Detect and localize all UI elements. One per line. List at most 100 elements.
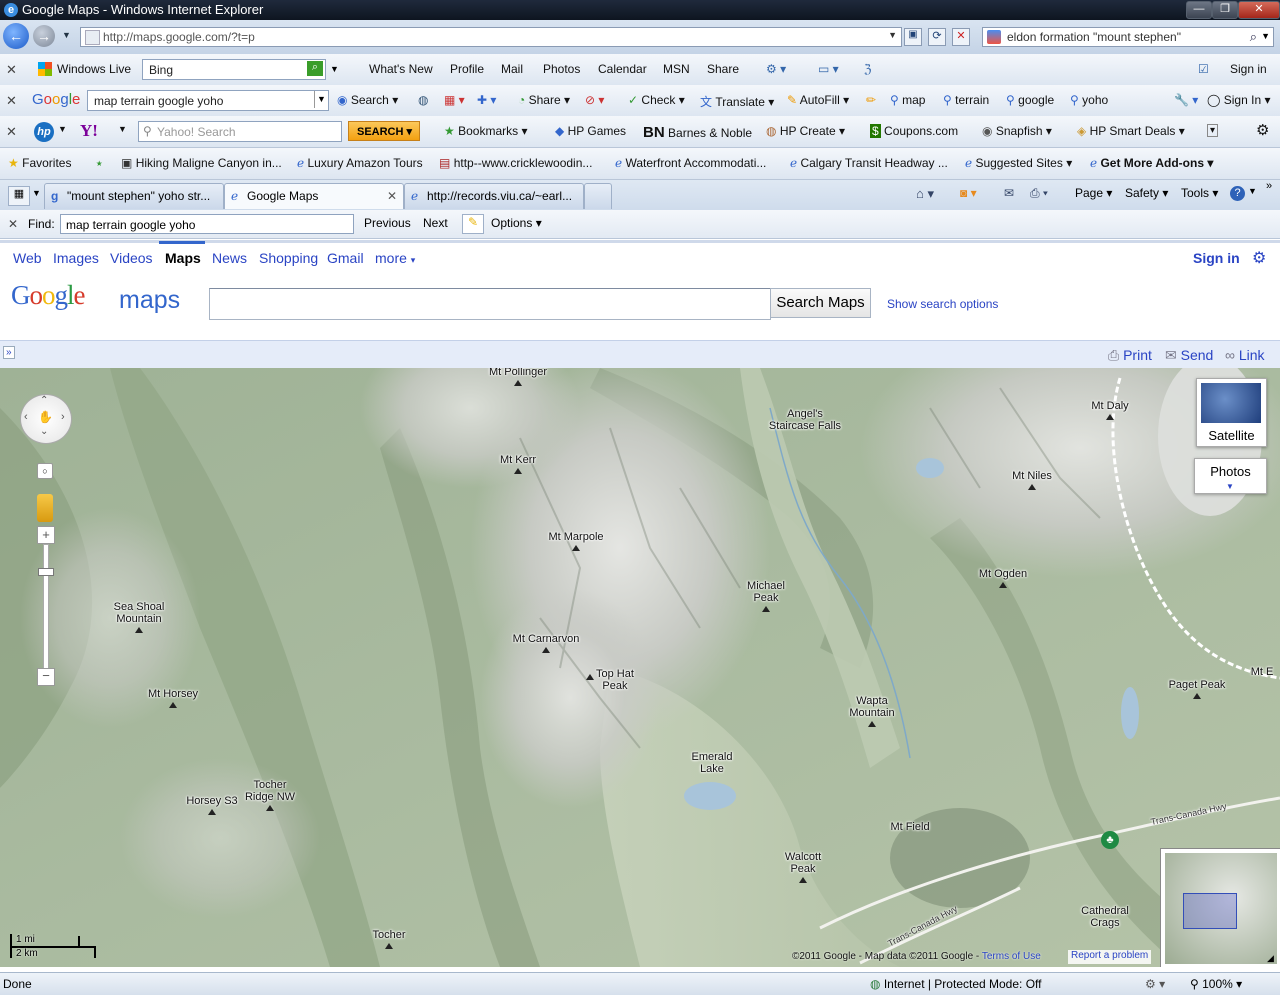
report-problem-link[interactable]: Report a problem [1068,950,1152,964]
fav-luxury-amazon[interactable]: ℯ Luxury Amazon Tours [297,156,423,170]
peak-label[interactable]: Wapta Mountain [832,695,912,719]
zoom-slider-track[interactable] [43,544,49,670]
yahoo-search-button[interactable]: SEARCH ▾ [348,121,420,141]
find-options-button[interactable]: Options ▾ [491,216,542,230]
highlight-icon[interactable]: ✎ [462,214,484,234]
settings-gear-icon[interactable]: ⚙ [1256,121,1269,139]
tab-google-maps[interactable]: ℯ Google Maps ✕ [224,183,404,209]
browser-search-field[interactable]: eldon formation "mount stephen" ⌕ ▼ [982,27,1274,47]
zoom-level[interactable]: ⚲ 100% ▾ [1190,977,1242,991]
gbar-link-gmail[interactable]: Gmail [327,250,364,266]
yahoo-dropdown-icon[interactable]: ▼ [118,124,127,134]
tab-records-viu[interactable]: ℯ http://records.viu.ca/~earl... [404,183,584,209]
pegman-icon[interactable] [37,494,53,522]
peak-label[interactable]: Mt Marpole [536,531,616,543]
peak-label[interactable]: Mt E [1222,666,1280,678]
hp-logo-icon[interactable]: hp [34,122,54,142]
gbar-link-videos[interactable]: Videos [110,250,153,266]
fav-get-more-addons[interactable]: ℯ Get More Add-ons ▾ [1090,156,1213,170]
print-link[interactable]: ⎙ Print [1108,347,1152,364]
google-maps-logo[interactable]: Google [11,280,85,311]
zoom-out-button[interactable]: − [37,668,55,686]
hp-create-button[interactable]: ◍ HP Create ▾ [766,124,845,138]
stop-icon[interactable]: ✕ [952,28,970,46]
gbar-link-news[interactable]: News [212,250,247,266]
pan-left-icon[interactable]: ‹ [24,411,28,423]
sidewiki-icon[interactable]: ⊘ ▾ [585,93,604,107]
pan-right-icon[interactable]: › [61,411,65,423]
live-link-photos[interactable]: Photos [543,62,580,76]
bing-dropdown-icon[interactable]: ▼ [330,64,339,74]
translate-icon[interactable]: ℨ [864,62,871,76]
hp-games-link[interactable]: ◆ HP Games [555,124,626,138]
peak-label[interactable]: Mt Carnarvon [506,633,586,645]
popup-blocker-icon[interactable]: ▦ ▾ [444,93,465,107]
close-toolbar-icon[interactable]: ✕ [6,62,17,78]
peak-label[interactable]: Walcott Peak [763,851,843,875]
barnes-noble-link[interactable]: BN Barnes & Noble [643,124,752,141]
peak-label[interactable]: Paget Peak [1157,679,1237,691]
find-next-button[interactable]: Next [423,216,448,230]
forward-button[interactable]: → [33,25,55,47]
fav-calgary-transit[interactable]: ℯ Calgary Transit Headway ... [790,156,948,170]
live-sign-in-link[interactable]: Sign in [1230,62,1267,76]
wrench-icon[interactable]: 🔧 ▾ [1174,93,1198,107]
feeds-icon[interactable]: ◙ ▾ [960,186,977,200]
security-zone[interactable]: ◍ Internet | Protected Mode: Off [870,977,1041,991]
bookmarks-button[interactable]: ★ Bookmarks ▾ [444,124,528,138]
fav-hiking-maligne[interactable]: ▣ Hiking Maligne Canyon in... [121,156,282,170]
search-dropdown-icon[interactable]: ▼ [1261,31,1270,41]
fav-suggested-sites[interactable]: ℯ Suggested Sites ▾ [965,156,1072,170]
gbar-link-shopping[interactable]: Shopping [259,250,318,266]
peak-label[interactable]: Sea Shoal Mountain [99,601,179,625]
google-autofill-button[interactable]: ✎ AutoFill ▾ [787,93,849,107]
peak-label[interactable]: Mt Pollinger [478,368,558,378]
bing-search-input[interactable]: Bing ⌕ [142,59,326,80]
find-input[interactable]: map terrain google yoho [60,214,354,234]
photo-icon[interactable]: ▭ ▾ [818,62,839,76]
peak-label[interactable]: Top Hat Peak [596,668,634,692]
hp-smart-deals-button[interactable]: ◈ HP Smart Deals ▾ [1077,124,1185,138]
gbar-link-web[interactable]: Web [13,250,42,266]
checkbox-icon[interactable]: ☑ [1198,62,1209,76]
google-check-button[interactable]: ✓ Check ▾ [628,93,685,107]
pan-up-icon[interactable]: ⌃ [40,395,48,406]
terrain-map[interactable]: ⌃ ‹ › ⌄ ✋ ○ + − Satellite Photos ▼ Mt Po… [0,368,1280,967]
term-map[interactable]: ⚲ map [890,93,925,107]
peak-label[interactable]: Mt Daly [1070,400,1150,412]
peak-label[interactable]: Angel's Staircase Falls [765,408,845,432]
address-field[interactable]: http://maps.google.com/?t=p ▼ [80,27,902,47]
maps-search-input[interactable] [209,288,771,320]
mail-icon[interactable]: ✉ [1004,186,1014,200]
tab-list-dropdown-icon[interactable]: ▼ [32,188,41,198]
tools-menu[interactable]: Tools ▾ [1181,186,1218,200]
gbar-link-images[interactable]: Images [53,250,99,266]
home-icon[interactable]: ⌂ ▾ [916,186,934,202]
gbar-sign-in[interactable]: Sign in [1193,250,1240,266]
help-icon[interactable]: ? [1230,186,1245,201]
terms-of-use-link[interactable]: Terms of Use [982,951,1041,962]
quick-tabs-icon[interactable]: ▦ [8,186,30,206]
search-icon[interactable]: ⌕ [1250,29,1257,45]
back-button[interactable]: ← [3,23,29,49]
live-link-whats-new[interactable]: What's New [369,62,433,76]
history-dropdown-icon[interactable]: ▼ [62,30,71,40]
peak-label[interactable]: Mt Ogden [963,568,1043,580]
peak-label[interactable]: Cathedral Crags [1065,905,1145,929]
favorites-button[interactable]: ★ Favorites [8,156,71,170]
live-link-mail[interactable]: Mail [501,62,523,76]
page-menu[interactable]: Page ▾ [1075,186,1112,200]
google-translate-button[interactable]: 文 Translate ▾ [700,93,774,110]
yahoo-logo-icon[interactable]: Y! [80,121,98,141]
coupons-link[interactable]: $ Coupons.com [870,124,958,138]
refresh-icon[interactable]: ⟳ [928,28,946,46]
zoom-in-button[interactable]: + [37,526,55,544]
chevron-right-icon[interactable]: » [1266,180,1272,192]
close-window-button[interactable]: ✕ [1238,1,1280,19]
compat-view-icon[interactable]: ▣ [904,28,922,46]
find-previous-button[interactable]: Previous [364,216,411,230]
term-google[interactable]: ⚲ google [1006,93,1054,107]
live-link-share[interactable]: Share [707,62,739,76]
gbar-link-more[interactable]: more ▾ [375,250,415,266]
minimize-button[interactable]: — [1186,1,1212,19]
